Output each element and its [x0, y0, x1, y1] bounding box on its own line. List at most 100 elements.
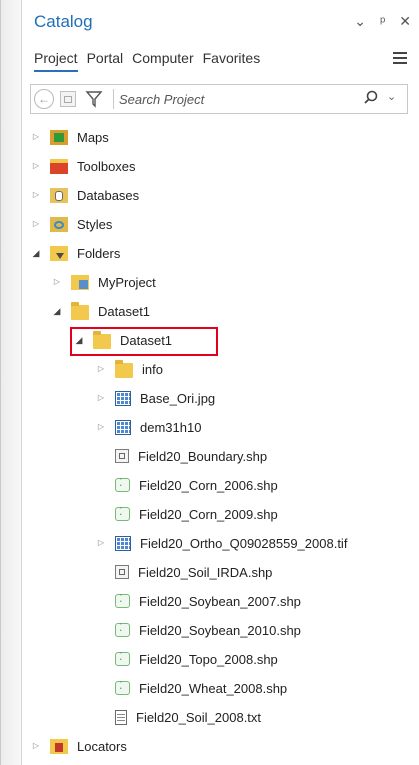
tree-item-label: Databases [77, 187, 140, 203]
point-shapefile-icon [115, 679, 130, 695]
tree-item-styles[interactable]: ▷ Styles [30, 211, 112, 237]
project-folder-icon [71, 274, 89, 290]
tree-item-label: info [142, 361, 163, 377]
tree-item-field20-soil-irda[interactable]: Field20_Soil_IRDA.shp [95, 559, 272, 585]
tree-item-label: Field20_Corn_2009.shp [139, 506, 278, 522]
tree-item-label: Folders [77, 245, 121, 261]
polygon-shapefile-icon [115, 565, 129, 579]
expand-arrow-icon[interactable]: ▷ [30, 160, 42, 172]
tree-item-databases[interactable]: ▷ Databases [30, 182, 139, 208]
styles-icon [50, 216, 68, 232]
expand-arrow-icon[interactable]: ▷ [30, 131, 42, 143]
database-icon [50, 187, 68, 203]
expand-arrow-icon[interactable]: ▷ [95, 392, 107, 404]
catalog-tabs: Project Portal Computer Favorites [34, 50, 260, 72]
tab-project[interactable]: Project [34, 50, 78, 72]
tree-item-dem31h10[interactable]: ▷ dem31h10 [95, 414, 201, 440]
menu-icon[interactable] [393, 52, 407, 64]
tree-item-label: Field20_Wheat_2008.shp [139, 680, 288, 696]
tree-item-myproject[interactable]: ▷ MyProject [51, 269, 156, 295]
maps-icon [50, 129, 68, 145]
folder-icon [71, 301, 89, 320]
tree-item-info[interactable]: ▷ info [95, 356, 163, 382]
left-edge-panel [1, 0, 22, 765]
pin-icon[interactable]: ᵖ [380, 14, 385, 28]
tree-item-label: Dataset1 [98, 303, 151, 319]
expand-arrow-icon[interactable]: ▷ [51, 276, 63, 288]
catalog-toolbar: ← ⌄ [30, 84, 408, 114]
point-shapefile-icon [115, 505, 130, 521]
pane-title: Catalog [34, 12, 93, 31]
tree-item-label: Field20_Soybean_2010.shp [139, 622, 301, 638]
expand-arrow-icon[interactable]: ▷ [95, 537, 107, 549]
collapse-arrow-icon[interactable]: ◢ [51, 305, 63, 317]
tree-item-toolboxes[interactable]: ▷ Toolboxes [30, 153, 136, 179]
tree-item-label: Field20_Corn_2006.shp [139, 477, 278, 493]
point-shapefile-icon [115, 650, 130, 666]
tree-item-field20-corn-2009[interactable]: Field20_Corn_2009.shp [95, 501, 278, 527]
expand-arrow-icon[interactable]: ▷ [30, 740, 42, 752]
tree-item-field20-soil-2008-txt[interactable]: Field20_Soil_2008.txt [95, 704, 261, 730]
tab-portal[interactable]: Portal [87, 50, 124, 72]
search-icon[interactable] [362, 89, 380, 107]
tab-favorites[interactable]: Favorites [203, 50, 261, 72]
tree-item-dataset1[interactable]: ◢ Dataset1 [51, 298, 150, 324]
tree-item-label: Field20_Ortho_Q09028559_2008.tif [140, 535, 348, 551]
tree-item-label: Field20_Boundary.shp [138, 448, 268, 464]
home-icon[interactable] [60, 91, 76, 107]
raster-icon [115, 535, 131, 551]
back-icon[interactable]: ← [34, 89, 54, 109]
search-input[interactable] [119, 87, 344, 111]
tree-item-field20-soybean-2010[interactable]: Field20_Soybean_2010.shp [95, 617, 301, 643]
tree-item-locators[interactable]: ▷ Locators [30, 733, 127, 759]
tree-item-field20-soybean-2007[interactable]: Field20_Soybean_2007.shp [95, 588, 301, 614]
expand-arrow-icon[interactable]: ▷ [30, 189, 42, 201]
close-icon[interactable]: ✕ [399, 14, 411, 28]
tree-item-label: Base_Ori.jpg [140, 390, 216, 406]
tree-item-label: Toolboxes [77, 158, 136, 174]
tree-item-label: Field20_Soybean_2007.shp [139, 593, 301, 609]
tree-item-label: Styles [77, 216, 113, 232]
filter-icon[interactable] [84, 89, 104, 109]
tree-item-label: dem31h10 [140, 419, 202, 435]
pane-header: Catalog ⌄ ᵖ ✕ [22, 0, 419, 42]
locator-icon [50, 738, 68, 754]
selection-highlight-box [70, 327, 218, 356]
expand-arrow-icon[interactable]: ▷ [30, 218, 42, 230]
expand-arrow-icon[interactable]: ▷ [95, 421, 107, 433]
search-dropdown-icon[interactable]: ⌄ [387, 90, 396, 103]
tree-item-field20-corn-2006[interactable]: Field20_Corn_2006.shp [95, 472, 278, 498]
tree-item-field20-ortho[interactable]: ▷ Field20_Ortho_Q09028559_2008.tif [95, 530, 347, 556]
tree-item-folders[interactable]: ◢ Folders [30, 240, 120, 266]
tree-item-field20-wheat-2008[interactable]: Field20_Wheat_2008.shp [95, 675, 287, 701]
chevron-down-icon[interactable]: ⌄ [354, 14, 366, 28]
tree-item-field20-topo-2008[interactable]: Field20_Topo_2008.shp [95, 646, 278, 672]
tree-item-label: MyProject [98, 274, 156, 290]
catalog-pane: Catalog ⌄ ᵖ ✕ Project Portal Computer Fa… [22, 0, 419, 765]
tree-item-maps[interactable]: ▷ Maps [30, 124, 109, 150]
text-file-icon [115, 709, 127, 725]
point-shapefile-icon [115, 621, 130, 637]
collapse-arrow-icon[interactable]: ◢ [30, 247, 42, 259]
tree-item-label: Maps [77, 129, 109, 145]
raster-icon [115, 390, 131, 406]
raster-icon [115, 419, 131, 435]
toolbar-divider [113, 89, 114, 109]
tree-item-base-ori[interactable]: ▷ Base_Ori.jpg [95, 385, 215, 411]
expand-arrow-icon[interactable]: ▷ [95, 363, 107, 375]
point-shapefile-icon [115, 476, 130, 492]
tree-item-label: Field20_Topo_2008.shp [139, 651, 278, 667]
tree-item-label: Field20_Soil_2008.txt [136, 709, 262, 725]
tree-item-field20-boundary[interactable]: Field20_Boundary.shp [95, 443, 267, 469]
point-shapefile-icon [115, 592, 130, 608]
tab-computer[interactable]: Computer [132, 50, 193, 72]
polygon-shapefile-icon [115, 449, 129, 463]
